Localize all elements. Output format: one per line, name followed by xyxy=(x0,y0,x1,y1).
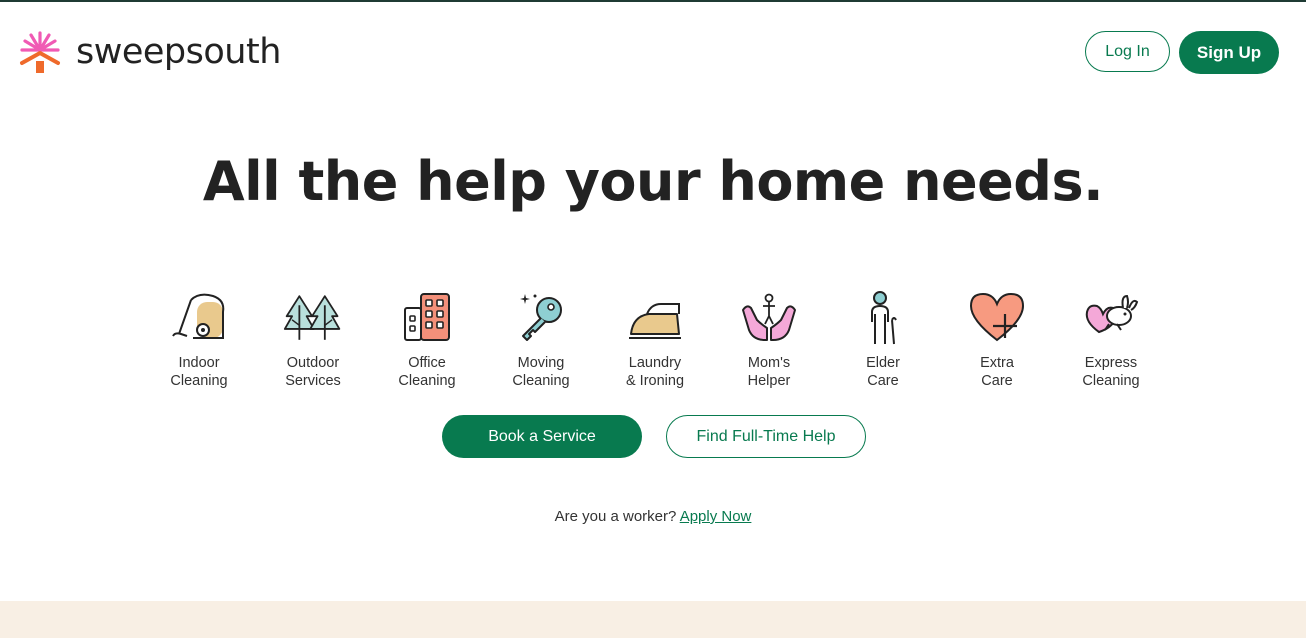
trees-icon xyxy=(283,295,341,340)
vacuum-icon xyxy=(172,293,225,339)
rabbit-heart-icon xyxy=(1085,294,1139,334)
service-label: Mom's Helper xyxy=(747,355,791,389)
service-indoor-cleaning[interactable]: Indoor Cleaning xyxy=(142,288,256,390)
service-label: Elder Care xyxy=(866,355,900,389)
apply-now-link[interactable]: Apply Now xyxy=(680,508,752,525)
service-label: Express Cleaning xyxy=(1082,355,1140,389)
service-label: Extra Care xyxy=(980,355,1014,389)
elder-icon xyxy=(871,291,897,345)
find-fulltime-help-button[interactable]: Find Full-Time Help xyxy=(666,415,866,458)
hands-child-icon xyxy=(742,293,796,341)
service-express-cleaning[interactable]: Express Cleaning xyxy=(1054,288,1168,390)
heart-plus-icon xyxy=(969,292,1025,342)
service-elder-care[interactable]: Elder Care xyxy=(826,288,940,390)
service-label: Laundry & Ironing xyxy=(625,355,685,389)
service-label: Outdoor Services xyxy=(285,355,341,389)
service-label: Office Cleaning xyxy=(398,355,456,389)
top-border xyxy=(0,0,1306,2)
service-moms-helper[interactable]: Mom's Helper xyxy=(712,288,826,390)
service-moving-cleaning[interactable]: Moving Cleaning xyxy=(484,288,598,390)
worker-prompt-text: Are you a worker? xyxy=(554,508,677,525)
signup-button[interactable]: Sign Up xyxy=(1179,31,1279,74)
logo-text: sweepsouth xyxy=(76,32,281,72)
service-outdoor-services[interactable]: Outdoor Services xyxy=(256,288,370,390)
key-icon xyxy=(520,294,562,341)
worker-prompt: Are you a worker? Apply Now xyxy=(0,508,1306,525)
login-button[interactable]: Log In xyxy=(1085,31,1170,72)
service-laundry-ironing[interactable]: Laundry & Ironing xyxy=(598,288,712,390)
footer-band xyxy=(0,601,1306,638)
building-icon xyxy=(404,293,450,341)
logo-icon xyxy=(20,31,60,73)
service-extra-care[interactable]: Extra Care xyxy=(940,288,1054,390)
iron-icon xyxy=(629,303,681,339)
service-label: Moving Cleaning xyxy=(512,355,570,389)
service-label: Indoor Cleaning xyxy=(170,355,228,389)
logo[interactable]: sweepsouth xyxy=(18,30,281,74)
services-list: Indoor Cleaning Outdoor Services Office … xyxy=(142,288,1168,390)
hero-title: All the help your home needs. xyxy=(202,150,1104,213)
service-office-cleaning[interactable]: Office Cleaning xyxy=(370,288,484,390)
book-service-button[interactable]: Book a Service xyxy=(442,415,642,458)
